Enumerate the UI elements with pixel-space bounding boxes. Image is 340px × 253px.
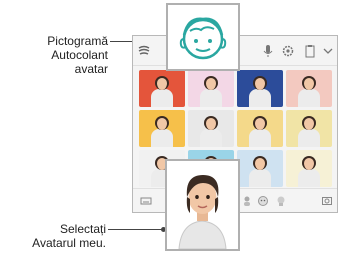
sticker-item[interactable] [188,110,234,147]
settings-icon[interactable] [281,44,295,58]
sticker-item[interactable] [286,70,332,107]
ar-camera-icon[interactable] [321,195,333,207]
callout-line-1: Selectați [59,222,106,236]
my-avatar-thumbnail [167,161,238,249]
sticker-item[interactable] [237,110,283,147]
sticker-item[interactable] [139,110,185,147]
screenshot-stage: Pictogramă Autocolant avatar Selectați A… [0,0,340,253]
sticker-category-icon-3[interactable] [275,195,287,207]
sticker-item[interactable] [188,70,234,107]
collapse-chevron-icon[interactable] [321,44,335,58]
callout-avatar-sticker-icon: Pictogramă Autocolant avatar [12,34,108,76]
callout-line-1: Pictogramă [47,34,108,48]
callout-line-2: Autocolant [51,48,108,62]
sticker-item[interactable] [286,110,332,147]
callout-line-3: avatar [74,62,108,76]
sticker-category-icon-2[interactable] [257,195,269,207]
keyboard-icon[interactable] [140,195,152,207]
callout-line-2: Avatarul meu. [32,236,106,250]
sticker-category-icon[interactable] [241,195,253,207]
sticker-item[interactable] [237,70,283,107]
sticker-item[interactable] [139,70,185,107]
sticker-item[interactable] [237,150,283,187]
sticker-item[interactable] [286,150,332,187]
clipboard-icon[interactable] [303,44,317,58]
avatar-sticker-icon-highlight[interactable] [166,3,240,71]
my-avatar-highlight[interactable] [165,159,240,251]
callout-leader-line [108,229,165,230]
callout-select-my-avatar: Selectați Avatarul meu. [4,222,106,250]
mic-icon[interactable] [261,44,275,58]
sticker-icon[interactable] [137,44,151,58]
avatar-sticker-icon [179,17,227,60]
